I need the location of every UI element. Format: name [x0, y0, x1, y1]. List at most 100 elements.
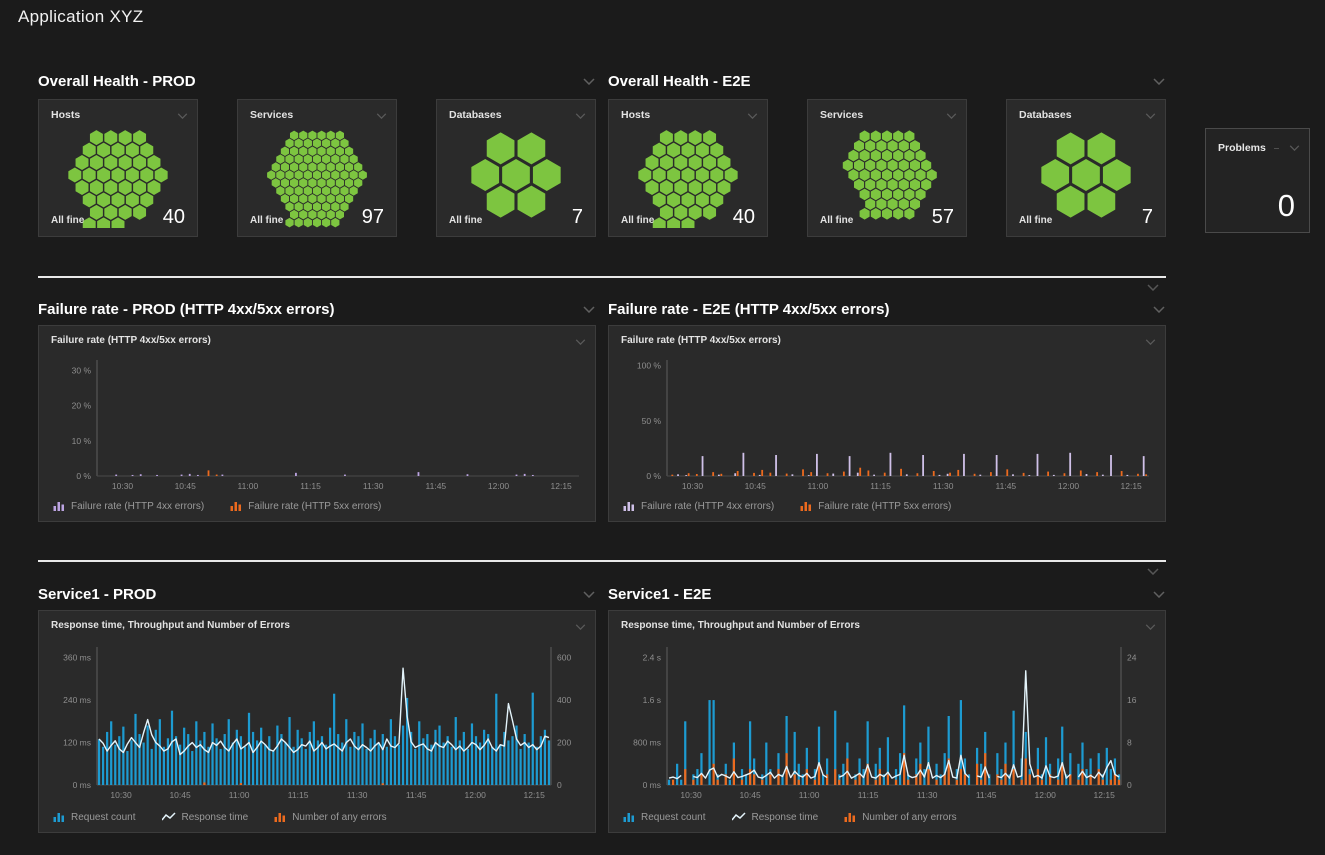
legend-label: Failure rate (HTTP 5xx errors) — [248, 501, 381, 512]
chart-title: Failure rate (HTTP 4xx/5xx errors) — [51, 335, 211, 346]
svg-text:100 %: 100 % — [637, 361, 662, 371]
svg-text:50 %: 50 % — [642, 416, 662, 426]
legend-item[interactable]: Response time — [162, 812, 249, 823]
health-tile-services-prod[interactable]: Services All fine97 — [237, 99, 397, 237]
svg-text:10 %: 10 % — [72, 436, 92, 446]
svg-text:12:15: 12:15 — [1094, 790, 1116, 800]
svg-text:120 ms: 120 ms — [63, 738, 91, 748]
svg-text:10:45: 10:45 — [169, 790, 191, 800]
legend-item[interactable]: Failure rate (HTTP 4xx errors) — [53, 500, 204, 512]
chevron-down-icon[interactable] — [1152, 587, 1166, 601]
health-tile-services-e2e[interactable]: Services All fine57 — [807, 99, 967, 237]
chevron-down-icon[interactable] — [1143, 335, 1157, 349]
legend-item[interactable]: Request count — [53, 811, 136, 823]
legend-item[interactable]: Failure rate (HTTP 5xx errors) — [230, 500, 381, 512]
chevron-down-icon[interactable] — [1287, 141, 1301, 155]
legend-label: Failure rate (HTTP 4xx errors) — [71, 501, 204, 512]
problems-tile[interactable]: Problems 0 — [1205, 128, 1310, 233]
legend-item[interactable]: Number of any errors — [274, 811, 386, 823]
svg-text:0 ms: 0 ms — [73, 780, 91, 790]
svg-text:11:00: 11:00 — [229, 790, 250, 800]
chevron-down-icon[interactable] — [374, 109, 388, 123]
chart-legend: Failure rate (HTTP 4xx errors) Failure ra… — [53, 500, 381, 512]
svg-text:12:15: 12:15 — [551, 481, 573, 491]
svg-text:11:00: 11:00 — [238, 481, 259, 491]
legend-label: Request count — [641, 812, 706, 823]
problems-count: 0 — [1278, 188, 1295, 224]
svg-text:12:00: 12:00 — [488, 481, 510, 491]
svg-text:11:15: 11:15 — [288, 790, 309, 800]
chevron-down-icon[interactable] — [175, 109, 189, 123]
section-divider — [38, 276, 1166, 278]
section-title: Overall Health - PROD — [38, 73, 196, 90]
health-tile-hosts-prod[interactable]: Hosts All fine40 — [38, 99, 198, 237]
health-tile-databases-prod[interactable]: Databases All fine7 — [436, 99, 596, 237]
chevron-down-icon[interactable] — [582, 74, 596, 88]
legend-label: Response time — [752, 812, 819, 823]
tile-title: Services — [250, 109, 293, 121]
legend-item[interactable]: Request count — [623, 811, 706, 823]
section-header-failure-prod: Failure rate - PROD (HTTP 4xx/5xx errors… — [38, 298, 596, 320]
legend-label: Number of any errors — [292, 812, 386, 823]
legend-item[interactable]: Failure rate (HTTP 5xx errors) — [800, 500, 951, 512]
svg-text:8: 8 — [1127, 738, 1132, 748]
svg-text:11:30: 11:30 — [917, 790, 938, 800]
legend-bars-icon — [230, 500, 242, 512]
legend-item[interactable]: Response time — [732, 812, 819, 823]
chevron-down-icon[interactable] — [573, 109, 587, 123]
chevron-down-icon[interactable] — [582, 302, 596, 316]
svg-text:0 %: 0 % — [646, 471, 661, 481]
service1-prod-chart[interactable]: 360 ms240 ms120 ms0 ms600400200010:3010:… — [45, 641, 591, 803]
svg-text:12:00: 12:00 — [465, 790, 487, 800]
section-title: Failure rate - E2E (HTTP 4xx/5xx errors) — [608, 301, 890, 318]
legend-item[interactable]: Number of any errors — [844, 811, 956, 823]
chevron-down-icon[interactable] — [1143, 109, 1157, 123]
service1-e2e-chart[interactable]: 2.4 s1.6 s800 ms0 ms24168010:3010:4511:0… — [615, 641, 1161, 803]
tile-title: Services — [820, 109, 863, 121]
svg-text:20 %: 20 % — [72, 401, 92, 411]
svg-text:0: 0 — [1127, 780, 1132, 790]
tile-title: Hosts — [51, 109, 80, 121]
svg-text:12:00: 12:00 — [1058, 481, 1080, 491]
health-tile-hosts-e2e[interactable]: Hosts All fine40 — [608, 99, 768, 237]
svg-text:0 %: 0 % — [76, 471, 91, 481]
svg-text:2.4 s: 2.4 s — [643, 653, 661, 663]
chevron-down-icon[interactable] — [573, 620, 587, 634]
legend-label: Number of any errors — [862, 812, 956, 823]
failure-rate-prod-tile[interactable]: Failure rate (HTTP 4xx/5xx errors) 30 % 2… — [38, 325, 596, 522]
chevron-down-icon[interactable] — [1146, 564, 1160, 578]
chevron-down-icon[interactable] — [582, 587, 596, 601]
problems-label: Problems — [1218, 142, 1266, 154]
svg-text:200: 200 — [557, 738, 571, 748]
failure-rate-e2e-chart[interactable]: 100 %50 %0 %10:3010:4511:0011:1511:3011:… — [615, 354, 1161, 494]
chevron-down-icon[interactable] — [1152, 74, 1166, 88]
chevron-down-icon[interactable] — [1143, 620, 1157, 634]
health-tile-databases-e2e[interactable]: Databases All fine7 — [1006, 99, 1166, 237]
section-header-service-prod: Service1 - PROD — [38, 583, 596, 605]
chevron-down-icon[interactable] — [745, 109, 759, 123]
chevron-down-icon[interactable] — [944, 109, 958, 123]
chevron-down-icon[interactable] — [1152, 302, 1166, 316]
svg-text:11:00: 11:00 — [808, 481, 829, 491]
tile-status: All fine — [621, 215, 654, 229]
service1-e2e-tile[interactable]: Response time, Throughput and Number of … — [608, 610, 1166, 833]
svg-text:30 %: 30 % — [72, 366, 92, 376]
failure-rate-prod-chart[interactable]: 30 %20 %10 %0 %10:3010:4511:0011:1511:30… — [45, 354, 591, 494]
section-header-failure-e2e: Failure rate - E2E (HTTP 4xx/5xx errors) — [608, 298, 1166, 320]
chevron-down-icon[interactable] — [1146, 280, 1160, 294]
legend-item[interactable]: Failure rate (HTTP 4xx errors) — [623, 500, 774, 512]
chart-title: Response time, Throughput and Number of … — [621, 620, 860, 631]
svg-text:800 ms: 800 ms — [633, 738, 661, 748]
svg-text:11:15: 11:15 — [870, 481, 891, 491]
service1-prod-tile[interactable]: Response time, Throughput and Number of … — [38, 610, 596, 833]
legend-bars-icon — [53, 500, 65, 512]
svg-text:10:30: 10:30 — [682, 481, 704, 491]
svg-text:24: 24 — [1127, 653, 1137, 663]
failure-rate-e2e-tile[interactable]: Failure rate (HTTP 4xx/5xx errors) 100 %… — [608, 325, 1166, 522]
chevron-down-icon[interactable] — [573, 335, 587, 349]
section-title: Service1 - E2E — [608, 586, 711, 603]
section-divider — [38, 560, 1166, 562]
svg-text:10:30: 10:30 — [112, 481, 134, 491]
chart-title: Failure rate (HTTP 4xx/5xx errors) — [621, 335, 781, 346]
tile-title: Databases — [449, 109, 502, 121]
